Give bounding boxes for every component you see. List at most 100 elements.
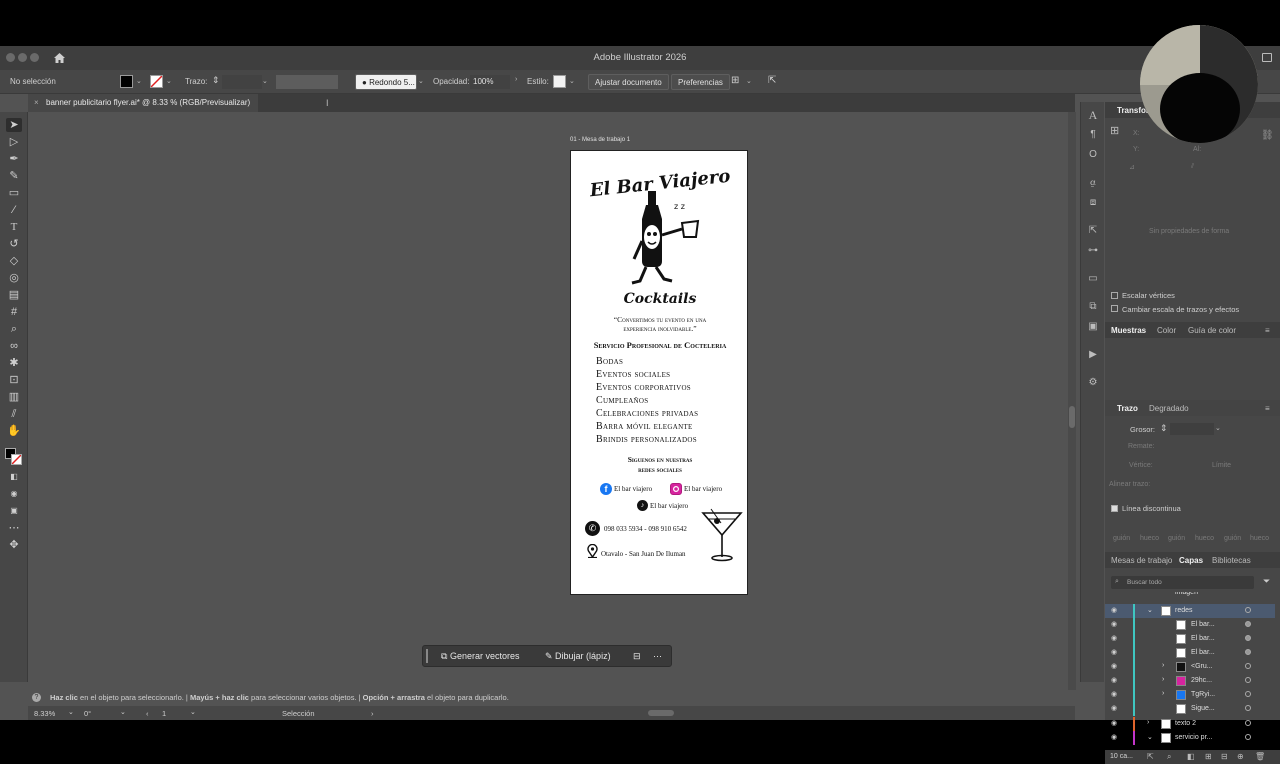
visibility-eye-icon[interactable]: ◉ [1111, 648, 1117, 656]
draw-pencil-button[interactable]: ✎ Dibujar (lápiz) [539, 650, 617, 663]
arrange-icon[interactable]: ⊞ [731, 75, 739, 86]
chevron-down-icon[interactable]: ⌄ [190, 708, 196, 716]
export-icon[interactable]: ⇱ [768, 75, 776, 86]
gradient-tool-icon[interactable]: ▤ [6, 288, 22, 302]
screen-mode-icon[interactable]: ▣ [6, 504, 22, 518]
brush-definition-dropdown[interactable]: ● Redondo 5... [355, 74, 417, 90]
chevron-right-icon[interactable]: › [515, 76, 517, 83]
dashed-line-checkbox[interactable] [1111, 505, 1118, 512]
rotation-value[interactable]: 0° [84, 709, 91, 718]
stroke-weight-field[interactable] [1170, 423, 1214, 435]
eyedropper-tool-icon[interactable]: ⌕ [6, 322, 22, 336]
direct-selection-tool-icon[interactable]: ▷ [6, 135, 22, 149]
document-tab[interactable]: × banner publicitario flyer.ai* @ 8.33 %… [28, 94, 258, 112]
layer-row[interactable]: ◉ › TgRyi... [1105, 688, 1275, 702]
visibility-eye-icon[interactable]: ◉ [1111, 719, 1117, 727]
chevron-down-icon[interactable]: ⌄ [1147, 606, 1153, 614]
new-layer-icon[interactable]: ⊕ [1237, 752, 1244, 761]
visibility-eye-icon[interactable]: ◉ [1111, 634, 1117, 642]
artboard[interactable]: El Bar Viajero z z Cocktails “Convertimo… [570, 150, 748, 595]
chevron-down-icon[interactable]: ⌄ [418, 77, 424, 85]
tab-color[interactable]: Color [1157, 326, 1176, 335]
actions-play-icon[interactable]: ▶ [1086, 348, 1100, 362]
reference-point-icon[interactable]: ⊞ [1110, 124, 1119, 137]
artboard-number[interactable]: 1 [162, 709, 166, 718]
stepper-icon[interactable]: ⇕ [212, 75, 220, 86]
export-panel-icon[interactable]: ⇱ [1086, 224, 1100, 238]
chevron-down-icon[interactable]: ⌄ [136, 77, 142, 85]
character-panel-icon[interactable]: A [1086, 108, 1100, 122]
layer-row[interactable]: ◉ ⌄ redes [1105, 604, 1275, 618]
target-icon[interactable] [1245, 734, 1251, 740]
horizontal-scroll-thumb[interactable] [648, 710, 674, 716]
tab-libraries[interactable]: Bibliotecas [1212, 556, 1251, 565]
paragraph-panel-icon[interactable]: ¶ [1086, 128, 1100, 142]
target-icon[interactable] [1245, 635, 1251, 641]
chevron-right-icon[interactable]: › [1162, 690, 1164, 697]
layer-row[interactable]: ◉ ⌄ servicio pr... [1105, 731, 1275, 745]
links-panel-icon[interactable]: ⊶ [1086, 244, 1100, 258]
target-icon[interactable] [1245, 705, 1251, 711]
hand-tool-icon[interactable]: ✋ [6, 424, 22, 438]
graphic-style-swatch[interactable] [553, 75, 566, 88]
glyphs-panel-icon[interactable]: ⍶ [1086, 176, 1100, 190]
visibility-eye-icon[interactable]: ◉ [1111, 606, 1117, 614]
visibility-eye-icon[interactable]: ◉ [1111, 620, 1117, 628]
chevron-right-icon[interactable]: › [371, 709, 374, 718]
type-tool-icon[interactable]: T [6, 220, 22, 234]
draw-mode-icon[interactable]: ◉ [6, 487, 22, 501]
tab-stroke[interactable]: Trazo [1117, 404, 1138, 413]
tab-swatches[interactable]: Muestras [1111, 326, 1146, 335]
trash-icon[interactable]: 🗑 [1255, 752, 1265, 761]
more-tools-icon[interactable]: ⋯ [6, 521, 22, 535]
chevron-down-icon[interactable]: ⌄ [1147, 733, 1153, 741]
zoom-level[interactable]: 8.33% [34, 709, 55, 718]
tab-gradient[interactable]: Degradado [1149, 404, 1189, 413]
stepper-icon[interactable]: ⇕ [1160, 423, 1168, 434]
layer-row[interactable]: ◉ Sigue... [1105, 702, 1275, 716]
visibility-eye-icon[interactable]: ◉ [1111, 704, 1117, 712]
canvas-area[interactable]: 01 - Mesa de trabajo 1 El Bar Viajero z … [28, 112, 1076, 690]
layer-row[interactable]: imagen [1105, 592, 1275, 600]
panel-menu-icon[interactable]: ≡ [1265, 404, 1270, 413]
chevron-down-icon[interactable]: ⌄ [120, 708, 126, 716]
preferences-button[interactable]: Preferencias [671, 74, 730, 90]
layer-row[interactable]: ◉ › texto 2 [1105, 717, 1275, 731]
chevron-down-icon[interactable]: ⌄ [569, 77, 575, 85]
chevron-down-icon[interactable]: ⌄ [1215, 424, 1221, 432]
target-icon[interactable] [1245, 649, 1251, 655]
locate-object-icon[interactable]: ⌕ [1167, 752, 1171, 762]
drag-handle[interactable] [426, 649, 428, 663]
eraser-tool-icon[interactable]: ◇ [6, 254, 22, 268]
fill-swatch[interactable] [120, 75, 133, 88]
paintbrush-tool-icon[interactable]: ⁄ [6, 203, 22, 217]
chevron-right-icon[interactable]: › [1147, 719, 1149, 726]
variable-width-profile[interactable] [276, 75, 338, 89]
image-trace-panel-icon[interactable]: ⧈ [1086, 196, 1100, 210]
opentype-panel-icon[interactable]: O [1086, 148, 1100, 162]
layer-row[interactable]: ◉ El bar... [1105, 646, 1275, 660]
target-icon[interactable] [1245, 691, 1251, 697]
chevron-down-icon[interactable]: ⌄ [746, 77, 752, 85]
close-tab-icon[interactable]: × [34, 98, 39, 107]
properties-panel-icon[interactable]: ⚙ [1086, 376, 1100, 390]
target-icon[interactable] [1245, 607, 1251, 613]
curvature-tool-icon[interactable]: ✎ [6, 169, 22, 183]
target-icon[interactable] [1245, 621, 1251, 627]
target-icon[interactable] [1245, 663, 1251, 669]
symbol-sprayer-tool-icon[interactable]: ✱ [6, 356, 22, 370]
rectangle-tool-icon[interactable]: ▭ [6, 186, 22, 200]
puppet-warp-icon[interactable]: ✥ [6, 538, 22, 552]
tab-artboards[interactable]: Mesas de trabajo [1111, 556, 1172, 565]
layer-row[interactable]: ◉ › 29hc... [1105, 674, 1275, 688]
panel-toggle-icon[interactable] [1262, 53, 1272, 62]
shape-builder-tool-icon[interactable]: ◎ [6, 271, 22, 285]
column-graph-tool-icon[interactable]: ▥ [6, 390, 22, 404]
previous-artboard-icon[interactable]: ‹ [146, 709, 149, 718]
visibility-eye-icon[interactable]: ◉ [1111, 733, 1117, 741]
new-sublayer-icon[interactable]: ⊞ [1205, 752, 1212, 761]
tab-layers[interactable]: Capas [1179, 556, 1203, 565]
rotate-tool-icon[interactable]: ↺ [6, 237, 22, 251]
filter-icon[interactable]: ⏷ [1263, 576, 1270, 587]
visibility-eye-icon[interactable]: ◉ [1111, 690, 1117, 698]
